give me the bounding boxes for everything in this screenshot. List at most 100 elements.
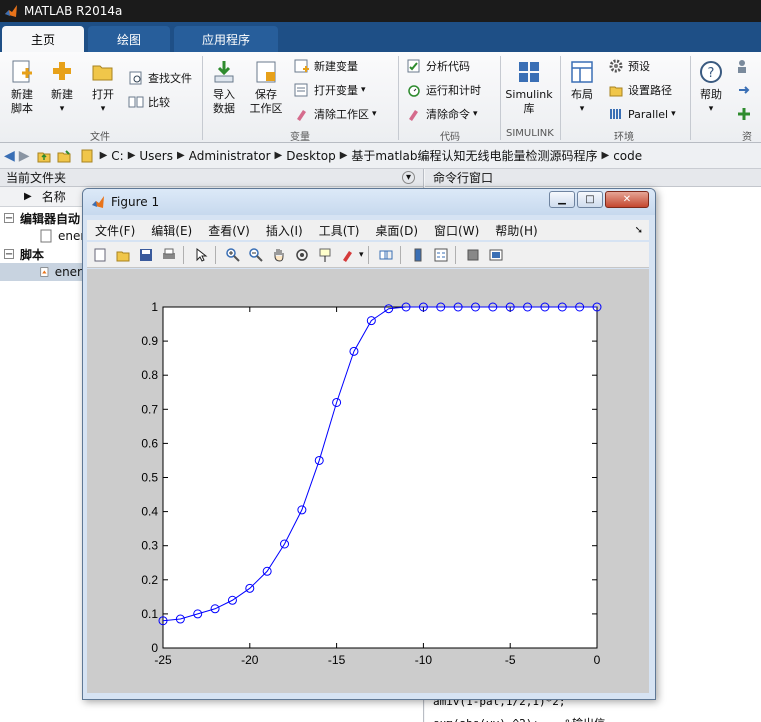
- link-plot-button[interactable]: [376, 245, 396, 265]
- insert-colorbar-button[interactable]: [408, 245, 428, 265]
- analyze-code-button[interactable]: 分析代码: [406, 56, 470, 76]
- show-plot-tools-button[interactable]: [486, 245, 506, 265]
- zoom-in-button[interactable]: [223, 245, 243, 265]
- breadcrumb-separator-icon: ▶: [339, 150, 348, 161]
- ribbon-separator: [202, 56, 203, 140]
- menu-help[interactable]: 帮助(H): [495, 222, 537, 239]
- import-data-button[interactable]: 导入 数据: [206, 58, 242, 116]
- folder-icon: [92, 65, 113, 81]
- link-icon: [379, 250, 393, 259]
- set-path-button[interactable]: 设置路径: [608, 80, 672, 100]
- browse-folder-icon[interactable]: [56, 148, 72, 164]
- chevron-down-icon[interactable]: ▾: [359, 250, 364, 260]
- chevron-down-icon: ▾: [708, 104, 714, 114]
- y-tick-label: 0.9: [141, 334, 158, 348]
- tab-home[interactable]: 主页: [2, 26, 84, 52]
- up-folder-icon[interactable]: [36, 148, 52, 164]
- maximize-button[interactable]: □: [577, 191, 603, 208]
- request-support-button[interactable]: [736, 80, 756, 100]
- command-window-title: 命令行窗口: [433, 171, 494, 185]
- edit-plot-button[interactable]: [191, 245, 211, 265]
- layout-button[interactable]: 布局 ▾: [564, 58, 600, 116]
- help-button[interactable]: ? 帮助 ▾: [694, 58, 728, 116]
- breadcrumb-desktop[interactable]: Desktop: [286, 149, 336, 163]
- file-row-selected[interactable]: ener: [0, 263, 82, 281]
- figure-title: Figure 1: [111, 195, 160, 209]
- close-button[interactable]: ✕: [605, 191, 649, 208]
- breadcrumb-drive[interactable]: C:: [111, 149, 123, 163]
- show-tools-icon: [489, 249, 503, 260]
- minimize-button[interactable]: ▁: [549, 191, 575, 208]
- clear-commands-button[interactable]: 清除命令: [406, 104, 478, 124]
- tab-apps[interactable]: 应用程序: [174, 26, 278, 52]
- data-cursor-button[interactable]: [315, 245, 335, 265]
- brush-icon: [409, 110, 418, 121]
- figure-window[interactable]: Figure 1 ▁ □ ✕ 文件(F) 编辑(E) 查看(V) 插入(I) 工…: [82, 188, 656, 700]
- analyze-code-icon: [407, 59, 420, 73]
- run-and-time-button[interactable]: 运行和计时: [406, 80, 481, 100]
- save-figure-button[interactable]: [136, 245, 156, 265]
- breadcrumb-code[interactable]: code: [613, 149, 642, 163]
- collapse-icon[interactable]: −: [4, 249, 14, 260]
- figure-canvas[interactable]: -25 -20 -15 -10 -5 0 0 0.1 0.2 0.3 0.4 0.5 0.6 0.7 0.8…: [87, 269, 649, 693]
- chart-axes[interactable]: -25 -20 -15 -10 -5 0 0 0.1 0.2 0.3 0.4 0.5 0.6 0.7 0.8…: [87, 269, 649, 693]
- open-button[interactable]: 打开 ▾: [86, 58, 120, 116]
- import-data-label: 导入 数据: [213, 88, 235, 115]
- collapse-icon[interactable]: −: [4, 213, 14, 224]
- new-button[interactable]: 新建 ▾: [44, 58, 80, 116]
- hide-plot-tools-button[interactable]: [463, 245, 483, 265]
- new-script-button[interactable]: 新建 脚本: [4, 58, 40, 116]
- insert-legend-button[interactable]: [431, 245, 451, 265]
- forward-icon[interactable]: ▶: [19, 148, 30, 164]
- clear-workspace-label: 清除工作区: [314, 108, 369, 121]
- save-workspace-button[interactable]: 保存 工作区: [246, 58, 286, 116]
- ribbon-tabstrip: 主页 绘图 应用程序: [0, 22, 761, 52]
- simulink-library-icon: [519, 62, 539, 82]
- clear-workspace-button[interactable]: 清除工作区: [294, 104, 377, 124]
- compare-button[interactable]: 比较: [128, 92, 170, 112]
- ribbon: 新建 脚本 新建 ▾ 打开 ▾ 查找文件 比较 文件 导入 数据 保存 工作区 …: [0, 52, 761, 158]
- new-variable-button[interactable]: 新建变量: [294, 56, 358, 76]
- brush-button[interactable]: [338, 245, 358, 265]
- pointer-icon: [196, 247, 208, 262]
- parallel-button[interactable]: Parallel: [608, 104, 676, 124]
- breadcrumb-administrator[interactable]: Administrator: [189, 149, 271, 163]
- menu-view[interactable]: 查看(V): [208, 222, 250, 239]
- open-file-button[interactable]: [113, 245, 133, 265]
- hand-icon: [274, 248, 284, 262]
- preferences-button[interactable]: 预设: [608, 56, 650, 76]
- tree-group-label: 编辑器自动: [20, 211, 81, 226]
- simulink-library-button[interactable]: Simulink 库: [504, 58, 554, 116]
- breadcrumb-users[interactable]: Users: [139, 149, 173, 163]
- tab-plots[interactable]: 绘图: [88, 26, 170, 52]
- plus-icon: [53, 62, 71, 80]
- toolbar-separator: [215, 245, 216, 264]
- find-files-button[interactable]: 查找文件: [128, 68, 192, 88]
- column-header-name[interactable]: 名称: [42, 188, 66, 205]
- open-variable-button[interactable]: 打开变量: [294, 80, 366, 100]
- menu-window[interactable]: 窗口(W): [434, 222, 479, 239]
- menu-desktop[interactable]: 桌面(D): [375, 222, 418, 239]
- simulink-library-label: Simulink 库: [505, 88, 553, 115]
- sort-icon[interactable]: ▶: [24, 191, 32, 202]
- zoom-out-button[interactable]: [246, 245, 266, 265]
- y-tick-label: 1: [151, 300, 158, 314]
- panel-actions-icon[interactable]: ▾: [402, 171, 415, 184]
- dock-arrow-icon[interactable]: ➘: [635, 225, 643, 236]
- pan-button[interactable]: [269, 245, 289, 265]
- rotate-3d-button[interactable]: [292, 245, 312, 265]
- breadcrumb-separator-icon: ▶: [274, 150, 283, 161]
- new-file-icon: [94, 248, 106, 261]
- breadcrumb-separator-icon: ▶: [177, 150, 185, 161]
- menu-file[interactable]: 文件(F): [95, 222, 135, 239]
- menu-tools[interactable]: 工具(T): [319, 222, 360, 239]
- back-icon[interactable]: ◀: [4, 148, 15, 164]
- new-figure-button[interactable]: [90, 245, 110, 265]
- zoom-out-icon: [249, 247, 263, 262]
- community-button[interactable]: [736, 56, 756, 76]
- menu-insert[interactable]: 插入(I): [266, 222, 303, 239]
- menu-edit[interactable]: 编辑(E): [151, 222, 192, 239]
- print-figure-button[interactable]: [159, 245, 179, 265]
- breadcrumb-project-folder[interactable]: 基于matlab编程认知无线电能量检测源码程序: [351, 147, 597, 164]
- add-ons-button[interactable]: [736, 104, 756, 124]
